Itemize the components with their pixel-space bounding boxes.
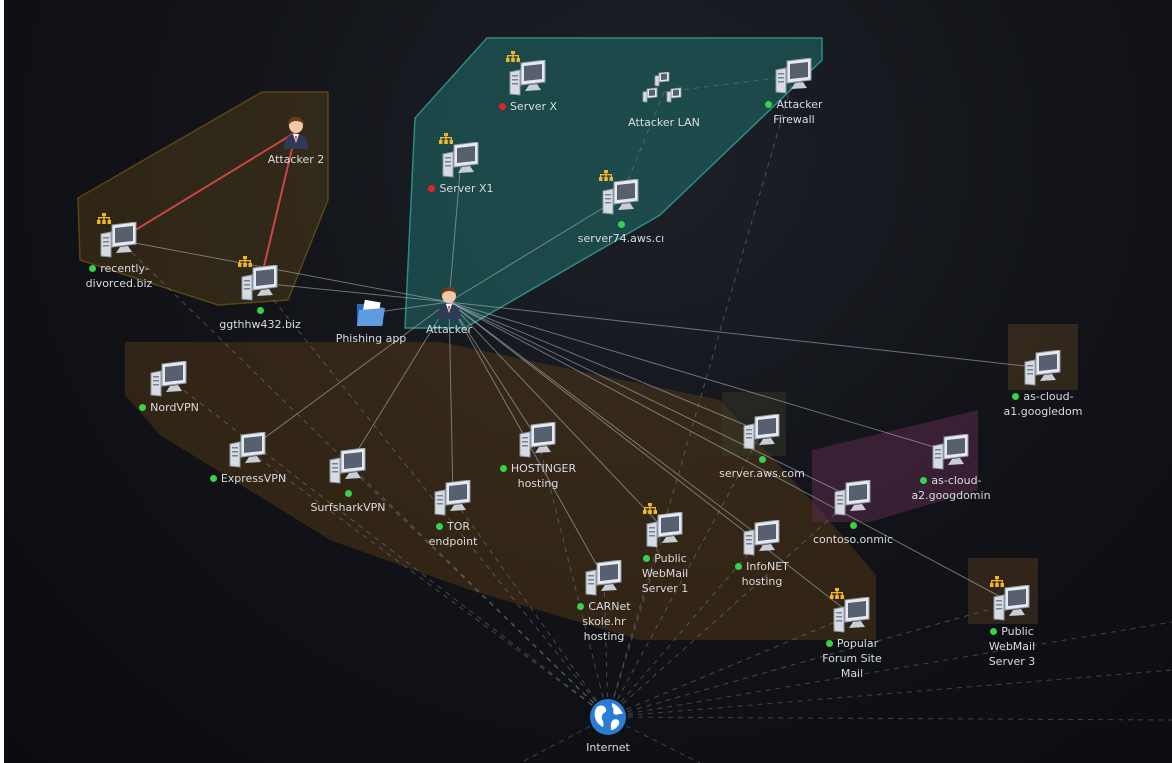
node-label-text: Server X — [509, 100, 558, 113]
server-icon[interactable] — [228, 431, 268, 472]
node-label: Server X — [463, 99, 593, 114]
server-icon[interactable] — [240, 264, 280, 305]
status-indicator — [825, 639, 833, 647]
node-label: HOSTINGER hosting — [473, 461, 603, 491]
node-label: ggthhw432.biz — [195, 317, 325, 332]
server-icon[interactable] — [774, 57, 814, 98]
status-indicator — [257, 307, 264, 314]
folder-icon[interactable] — [355, 298, 387, 332]
server-icon[interactable] — [433, 479, 473, 520]
link-attacker-to-as-cloud-a1 — [448, 301, 1044, 369]
node-label-text: ggthhw432.biz — [219, 318, 301, 331]
group-regions — [77, 37, 1078, 640]
status-indicator — [89, 264, 97, 272]
status-indicator — [209, 474, 217, 482]
group-hosting-providers[interactable] — [125, 342, 876, 640]
status-indicator — [735, 562, 743, 570]
person-icon[interactable] — [281, 115, 311, 153]
node-label: recently- divorced.biz — [54, 261, 184, 291]
internet-link-east-3 — [607, 716, 1172, 721]
server-icon[interactable] — [742, 413, 782, 454]
status-indicator — [1012, 392, 1020, 400]
status-indicator — [765, 100, 773, 108]
node-label: InfoNET hosting — [697, 559, 827, 589]
server-icon[interactable] — [518, 421, 558, 462]
node-label: Popular Forum Site Mail — [787, 636, 917, 681]
hierarchy-icon — [599, 166, 613, 181]
node-label: Attacker 2 — [231, 152, 361, 167]
node-label-text: NordVPN — [150, 401, 199, 414]
node-label: SurfsharkVPN — [283, 500, 413, 515]
node-label-text: Attacker LAN — [628, 116, 700, 129]
node-label: TOR endpoint — [388, 519, 518, 549]
node-label-text: Internet — [586, 741, 630, 754]
node-label-text: HOSTINGER hosting — [510, 462, 577, 490]
node-label-text: server74.aws.cı — [577, 232, 665, 245]
status-indicator — [435, 522, 443, 530]
node-label: server74.aws.cı — [556, 231, 686, 246]
server-icon[interactable] — [832, 596, 872, 637]
person-icon[interactable] — [434, 285, 464, 323]
node-label: Attacker Firewall — [729, 97, 859, 127]
node-label-text: Attacker — [425, 323, 472, 336]
node-label: Internet — [543, 740, 673, 755]
node-label: CARNet skole.hr hosting — [539, 599, 669, 644]
server-icon[interactable] — [99, 221, 139, 262]
hierarchy-icon — [643, 499, 657, 514]
server-icon[interactable] — [601, 178, 641, 219]
network-diagram-canvas: Server X Attacker LAN Attacker Firewall — [0, 0, 1172, 763]
lan-icon[interactable] — [641, 71, 687, 116]
node-label-text: Attacker Firewall — [773, 98, 823, 126]
server-icon[interactable] — [149, 360, 189, 401]
status-indicator — [498, 102, 506, 110]
node-label: as-cloud- a1.googledom — [978, 389, 1108, 419]
status-indicator — [990, 627, 998, 635]
status-indicator — [759, 456, 766, 463]
server-icon[interactable] — [742, 519, 782, 560]
node-label: contoso.onmic — [788, 532, 918, 547]
node-label: Attacker — [384, 322, 514, 337]
node-label-text: SurfsharkVPN — [310, 501, 386, 514]
server-icon[interactable] — [1023, 349, 1063, 390]
status-indicator — [643, 554, 651, 562]
hierarchy-icon — [439, 129, 453, 144]
status-indicator — [499, 464, 507, 472]
node-label-text: server.aws.com — [719, 467, 805, 480]
status-indicator — [618, 221, 625, 228]
status-indicator — [920, 476, 928, 484]
hierarchy-icon — [506, 47, 520, 62]
node-label-text: ExpressVPN — [220, 472, 287, 485]
hierarchy-icon — [830, 584, 844, 599]
hierarchy-icon — [97, 209, 111, 224]
node-label-text: contoso.onmic — [812, 533, 894, 546]
server-icon[interactable] — [833, 479, 873, 520]
server-icon[interactable] — [328, 447, 368, 488]
node-label: NordVPN — [104, 400, 234, 415]
status-indicator — [139, 403, 147, 411]
node-label: Server X1 — [396, 181, 526, 196]
server-icon[interactable] — [992, 584, 1032, 625]
hierarchy-icon — [238, 252, 252, 267]
server-icon[interactable] — [508, 59, 548, 100]
node-label-text: Server X1 — [439, 182, 494, 195]
node-label-text: CARNet skole.hr hosting — [582, 600, 631, 643]
node-label-text: InfoNET hosting — [741, 560, 789, 588]
node-label: Attacker LAN — [599, 115, 729, 130]
status-indicator — [345, 490, 352, 497]
status-indicator — [577, 602, 585, 610]
server-icon[interactable] — [645, 511, 685, 552]
globe-icon[interactable] — [588, 697, 628, 741]
server-icon[interactable] — [931, 433, 971, 474]
hierarchy-icon — [990, 572, 1004, 587]
node-label: as-cloud- a2.googdomin — [886, 473, 1016, 503]
status-indicator — [428, 184, 436, 192]
node-label-text: Attacker 2 — [267, 153, 325, 166]
node-label: Public WebMail Server 3 — [947, 624, 1077, 669]
server-icon[interactable] — [441, 141, 481, 182]
node-label: ExpressVPN — [183, 471, 313, 486]
status-indicator — [850, 522, 857, 529]
node-label: server.aws.com — [697, 466, 827, 481]
